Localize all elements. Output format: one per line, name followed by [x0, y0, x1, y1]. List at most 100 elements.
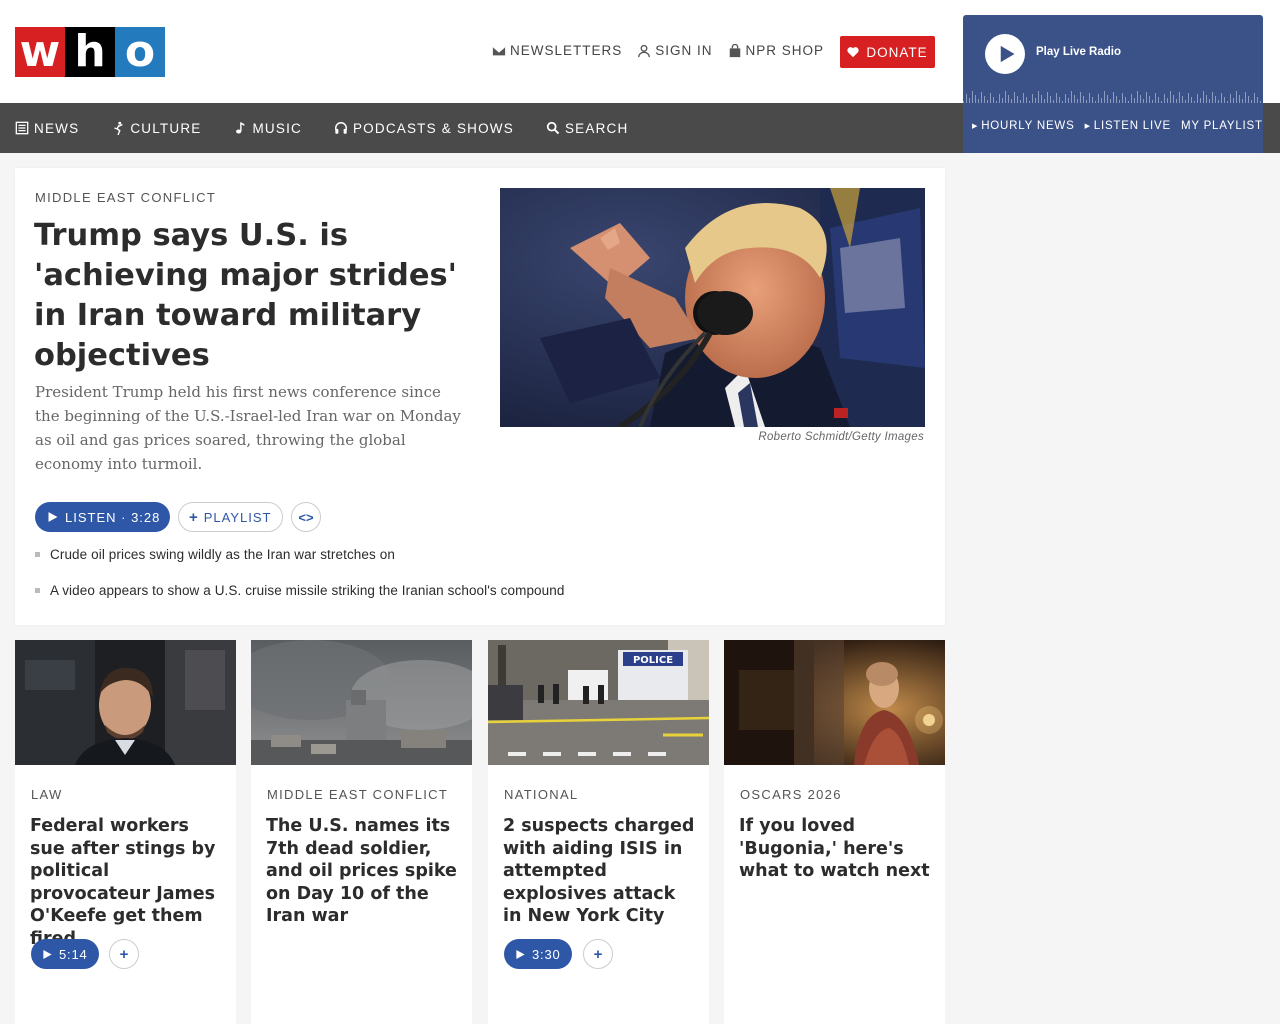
npr-shop-link[interactable]: NPR SHOP [728, 43, 825, 58]
hourly-news-link[interactable]: ▶ HOURLY NEWS [972, 120, 1075, 132]
audio-waveform-decoration [963, 91, 1261, 103]
add-to-playlist-button[interactable]: + [109, 939, 139, 969]
play-icon [516, 949, 525, 959]
story-photo[interactable] [15, 640, 236, 765]
logo-letter-w: w [15, 27, 65, 77]
add-to-playlist-button[interactable]: + PLAYLIST [178, 502, 283, 532]
newsletters-link[interactable]: NEWSLETTERS [492, 43, 622, 58]
bullet-square-icon [35, 588, 40, 593]
story-card: POLICE NATIONAL 2 suspects charged with … [488, 640, 709, 1024]
hourly-news-label: HOURLY NEWS [981, 120, 1075, 132]
story-title[interactable]: 2 suspects charged with aiding ISIS in a… [503, 815, 698, 928]
nav-label: CULTURE [130, 120, 202, 136]
live-radio-player: Play Live Radio ▶ HOURLY NEWS ▶ LISTEN LIV… [963, 15, 1263, 153]
search-icon [546, 121, 560, 135]
lead-story-headline[interactable]: Trump says U.S. is 'achieving major stri… [34, 216, 474, 376]
logo-letter-h: h [65, 27, 115, 77]
header-utility-links: NEWSLETTERS SIGN IN NPR SHOP [492, 43, 824, 58]
story-photo[interactable] [251, 640, 472, 765]
donate-button[interactable]: DONATE [840, 36, 935, 68]
woman-film-still-photo [724, 640, 945, 765]
add-to-playlist-button[interactable]: + [583, 939, 613, 969]
story-kicker[interactable]: NATIONAL [504, 787, 578, 802]
lead-story-teaser: President Trump held his first news conf… [35, 383, 461, 473]
listen-live-label: LISTEN LIVE [1093, 120, 1171, 132]
triangle-right-icon: ▶ [972, 123, 979, 130]
story-kicker[interactable]: LAW [31, 787, 63, 802]
play-audio-button[interactable]: 3:30 [504, 939, 572, 969]
smoke-over-city-photo [251, 640, 472, 765]
heart-icon [847, 47, 859, 58]
play-audio-button[interactable]: 5:14 [31, 939, 99, 969]
lead-story-card: MIDDLE EAST CONFLICT Trump says U.S. is … [15, 168, 945, 625]
audio-duration: 5:14 [59, 946, 88, 962]
svg-text:POLICE: POLICE [633, 655, 673, 666]
embed-button[interactable]: <> [291, 502, 321, 532]
story-photo[interactable] [724, 640, 945, 765]
audio-duration: 3:30 [532, 946, 561, 962]
related-link-text: A video appears to show a U.S. cruise mi… [50, 583, 565, 598]
listen-live-link[interactable]: ▶ LISTEN LIVE [1085, 120, 1171, 132]
police-scene-photo: POLICE [488, 640, 709, 765]
nav-item-news[interactable]: NEWS [15, 121, 79, 136]
playlist-label: PLAYLIST [203, 509, 272, 525]
story-card: MIDDLE EAST CONFLICT The U.S. names its … [251, 640, 472, 1024]
news-icon [15, 121, 29, 135]
story-card: OSCARS 2026 If you loved 'Bugonia,' here… [724, 640, 945, 1024]
music-note-icon [236, 122, 245, 134]
nav-label: MUSIC [252, 120, 302, 136]
story-title[interactable]: The U.S. names its 7th dead soldier, and… [266, 815, 461, 928]
listen-button[interactable]: LISTEN · 3:28 [35, 502, 171, 532]
story-title[interactable]: If you loved 'Bugonia,' here's what to w… [739, 815, 934, 883]
shopping-bag-icon [729, 43, 740, 57]
nav-item-search[interactable]: SEARCH [546, 121, 628, 136]
press-conference-photo [500, 188, 925, 427]
sign-in-link[interactable]: SIGN IN [637, 43, 712, 58]
related-link[interactable]: A video appears to show a U.S. cruise mi… [35, 583, 564, 598]
story-kicker[interactable]: MIDDLE EAST CONFLICT [267, 787, 448, 802]
logo-letter-o: o [115, 27, 165, 77]
player-links: ▶ HOURLY NEWS ▶ LISTEN LIVE MY PLAYLIST [972, 120, 1263, 132]
story-photo[interactable]: POLICE [488, 640, 709, 765]
user-icon [638, 44, 651, 57]
related-link-text: Crude oil prices swing wildly as the Ira… [50, 547, 395, 562]
my-playlist-label: MY PLAYLIST [1180, 120, 1263, 132]
nav-item-music[interactable]: MUSIC [233, 121, 302, 136]
embed-code-icon: <> [298, 509, 314, 525]
play-live-radio-button[interactable] [985, 34, 1025, 74]
site-logo[interactable]: w h o [15, 27, 165, 77]
related-link[interactable]: Crude oil prices swing wildly as the Ira… [35, 547, 395, 562]
nav-item-culture[interactable]: CULTURE [111, 121, 201, 136]
newsletters-label: NEWSLETTERS [510, 43, 623, 58]
play-icon [1000, 45, 1014, 63]
play-icon [43, 949, 52, 959]
play-live-radio-label: Play Live Radio [1036, 46, 1122, 58]
triangle-right-icon: ▶ [1084, 123, 1091, 130]
culture-icon [114, 121, 124, 135]
nav-label: PODCASTS & SHOWS [352, 120, 514, 136]
donate-label: DONATE [866, 44, 928, 60]
play-icon [48, 512, 58, 522]
envelope-icon [492, 46, 506, 55]
lead-story-kicker[interactable]: MIDDLE EAST CONFLICT [35, 190, 216, 205]
listen-label: LISTEN · 3:28 [65, 509, 161, 525]
plus-icon: + [189, 508, 199, 526]
bullet-square-icon [35, 552, 40, 557]
story-card: LAW Federal workers sue after stings by … [15, 640, 236, 1024]
nav-label: NEWS [34, 120, 80, 136]
headphones-icon [335, 122, 347, 134]
nav-bar-edge [1263, 103, 1280, 153]
plus-icon: + [119, 945, 129, 963]
nav-item-podcasts-shows[interactable]: PODCASTS & SHOWS [334, 121, 514, 136]
my-playlist-link[interactable]: MY PLAYLIST [1181, 120, 1263, 132]
photo-credit: Roberto Schmidt/Getty Images [758, 431, 924, 443]
man-portrait-photo [15, 640, 236, 765]
plus-icon: + [593, 945, 603, 963]
sign-in-label: SIGN IN [655, 43, 713, 58]
story-kicker[interactable]: OSCARS 2026 [740, 787, 842, 802]
story-title[interactable]: Federal workers sue after stings by poli… [30, 815, 225, 950]
lead-story-photo[interactable] [500, 188, 925, 427]
nav-label: SEARCH [564, 120, 629, 136]
main-nav: NEWS CULTURE MUSIC PODCASTS & SHOWS SEAR… [0, 103, 963, 153]
npr-shop-label: NPR SHOP [745, 43, 825, 58]
